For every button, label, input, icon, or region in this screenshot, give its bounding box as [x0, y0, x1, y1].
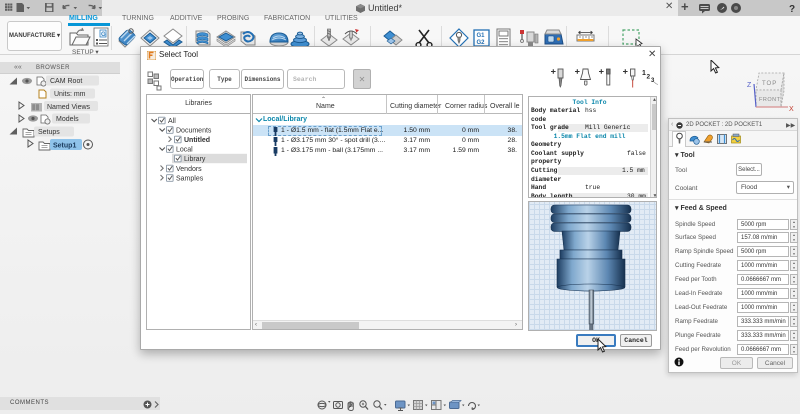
svg-text:3: 3 — [651, 78, 655, 84]
svg-text:X: X — [789, 106, 794, 113]
svg-text:Named Views: Named Views — [47, 104, 91, 111]
svg-text:TOP: TOP — [762, 81, 777, 87]
svg-text:All: All — [168, 118, 176, 125]
svg-text:Samples: Samples — [176, 176, 204, 183]
svg-text:Local: Local — [176, 147, 193, 154]
svg-text:Units: mm: Units: mm — [54, 91, 86, 98]
svg-text:G1: G1 — [477, 33, 486, 39]
svg-text:Untitled: Untitled — [184, 137, 210, 144]
svg-text:Vendors: Vendors — [176, 166, 202, 173]
svg-text:Setups: Setups — [38, 129, 60, 136]
svg-text:?: ? — [789, 4, 795, 14]
svg-text:CAM Root: CAM Root — [50, 78, 82, 85]
svg-text:Z: Z — [747, 82, 752, 89]
svg-text:2: 2 — [647, 74, 651, 81]
svg-text:1: 1 — [642, 70, 646, 77]
svg-text:Library: Library — [184, 156, 206, 163]
svg-text:FRONT: FRONT — [759, 97, 781, 103]
svg-text:Setup1: Setup1 — [53, 143, 76, 150]
svg-text:G: G — [101, 32, 106, 38]
svg-text:Models: Models — [56, 116, 79, 123]
svg-text:Documents: Documents — [176, 128, 212, 135]
